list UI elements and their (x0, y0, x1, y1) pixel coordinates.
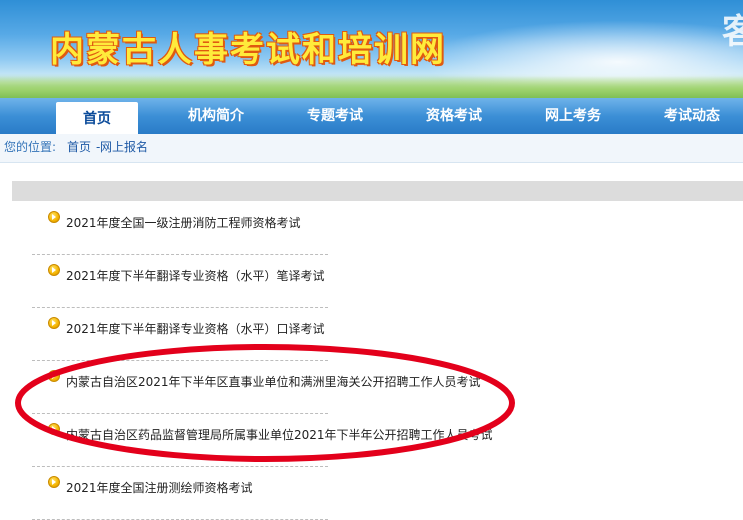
site-title: 内蒙古人事考试和培训网 (50, 30, 446, 70)
arrow-bullet-icon (48, 423, 60, 435)
exam-link[interactable]: 2021年度全国一级注册消防工程师资格考试 (66, 214, 301, 231)
list-item: 2021年度下半年翻译专业资格（水平）笔译考试 (32, 254, 328, 308)
arrow-bullet-icon (48, 211, 60, 223)
list-item: 内蒙古自治区药品监督管理局所属事业单位2021年下半年公开招聘工作人员考试 (32, 413, 493, 467)
nav-item-online-affairs[interactable]: 网上考务 (532, 98, 614, 134)
list-item: 内蒙古自治区2021年下半年区直事业单位和满洲里海关公开招聘工作人员考试 (32, 360, 481, 414)
site-banner: 内蒙古人事考试和培训网 客 (0, 0, 743, 98)
arrow-bullet-icon (48, 476, 60, 488)
exam-link[interactable]: 内蒙古自治区2021年下半年区直事业单位和满洲里海关公开招聘工作人员考试 (66, 373, 481, 390)
breadcrumb-label: 您的位置: (4, 140, 57, 154)
banner-corner-text: 客 (722, 12, 743, 52)
list-item: 2021年度全国一级注册消防工程师资格考试 (32, 201, 328, 255)
list-item: 2021年度下半年翻译专业资格（水平）口译考试 (32, 307, 328, 361)
nav-item-about[interactable]: 机构简介 (175, 98, 257, 134)
nav-item-qualification-exams[interactable]: 资格考试 (413, 98, 495, 134)
exam-link[interactable]: 2021年度下半年翻译专业资格（水平）笔译考试 (66, 267, 325, 284)
nav-item-special-exams[interactable]: 专题考试 (294, 98, 376, 134)
main-nav: 首页 机构简介 专题考试 资格考试 网上考务 考试动态 (0, 98, 743, 136)
banner-grassland-decoration (0, 76, 743, 98)
breadcrumb-home-link[interactable]: 首页 (67, 135, 91, 159)
breadcrumb: 您的位置: 首页 - 网上报名 (0, 134, 743, 163)
breadcrumb-current[interactable]: 网上报名 (100, 135, 148, 159)
nav-item-home[interactable]: 首页 (56, 102, 138, 136)
list-header-bar (12, 181, 743, 201)
arrow-bullet-icon (48, 264, 60, 276)
nav-item-exam-news[interactable]: 考试动态 (651, 98, 733, 134)
arrow-bullet-icon (48, 317, 60, 329)
arrow-bullet-icon (48, 370, 60, 382)
exam-link[interactable]: 内蒙古自治区药品监督管理局所属事业单位2021年下半年公开招聘工作人员考试 (66, 426, 493, 443)
exam-link[interactable]: 2021年度下半年翻译专业资格（水平）口译考试 (66, 320, 325, 337)
exam-link[interactable]: 2021年度全国注册测绘师资格考试 (66, 479, 253, 496)
